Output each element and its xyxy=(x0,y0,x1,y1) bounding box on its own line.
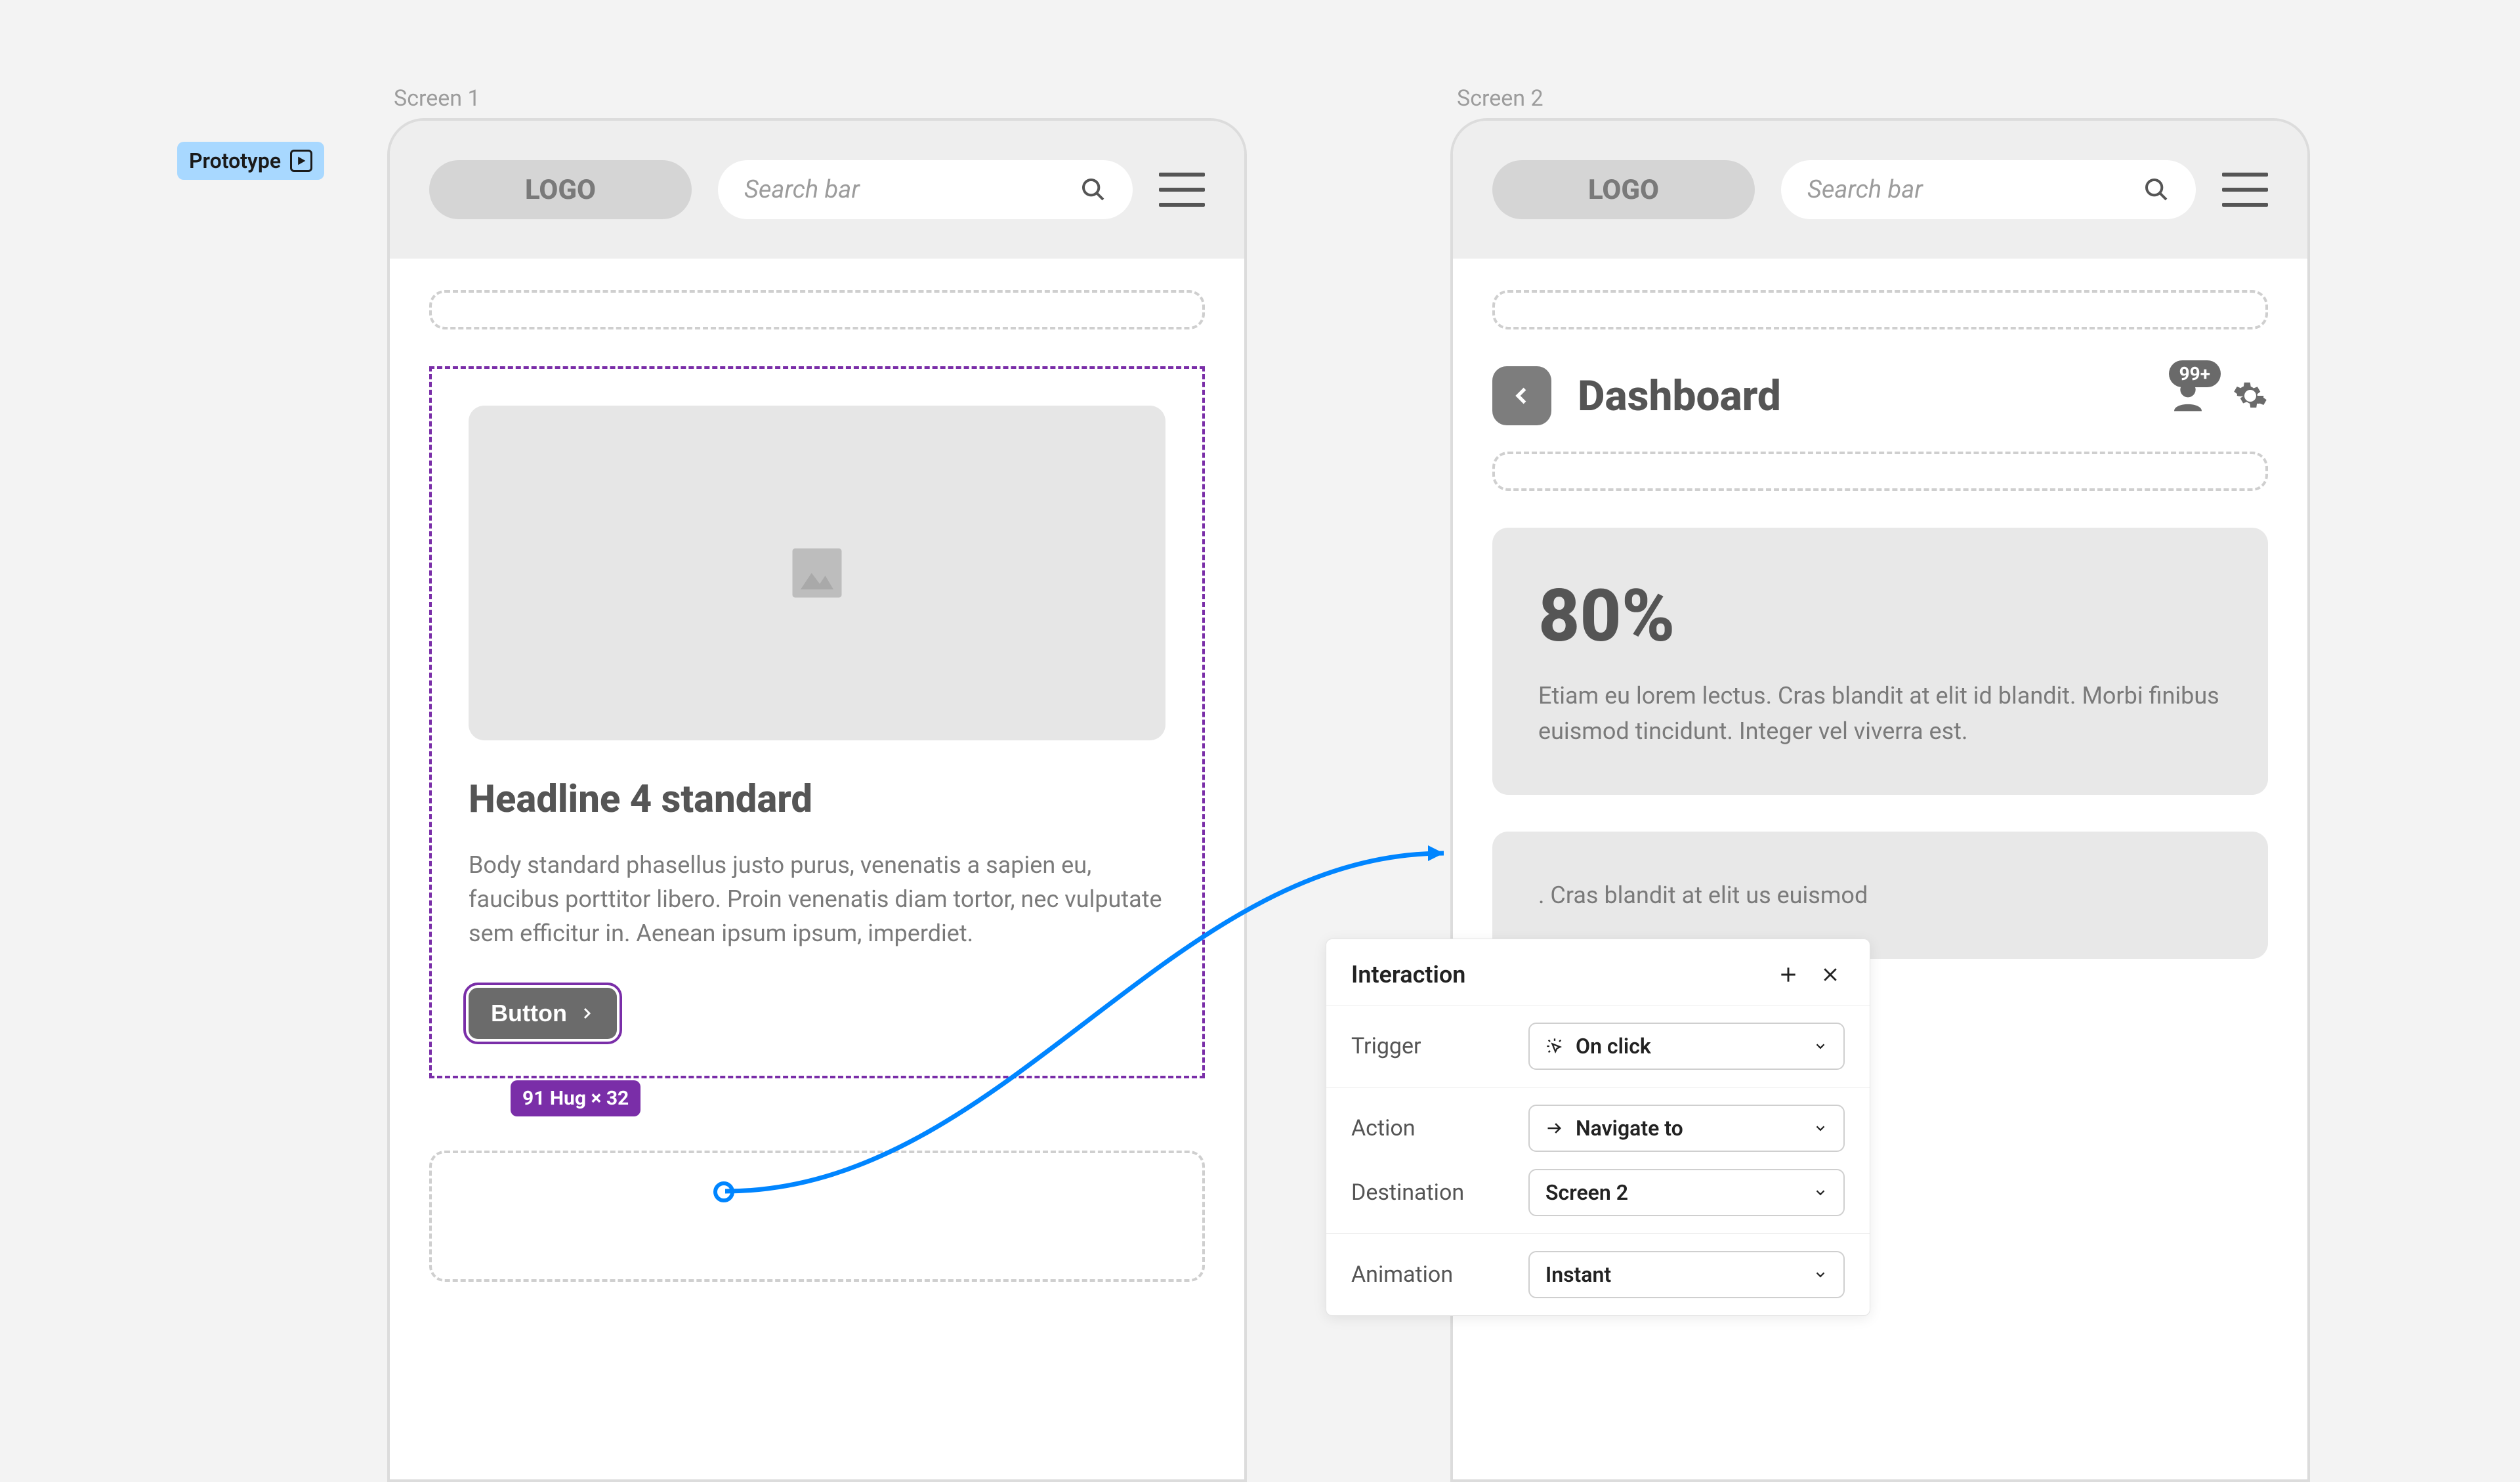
prototype-outgoing-node[interactable] xyxy=(713,1181,734,1202)
back-button[interactable] xyxy=(1492,366,1551,425)
card-button-label: Button xyxy=(491,1000,567,1027)
search-placeholder: Search bar xyxy=(1807,175,1923,204)
close-panel-button[interactable] xyxy=(1816,960,1845,989)
card-body: Body standard phasellus justo purus, ven… xyxy=(469,848,1166,951)
plus-icon xyxy=(1778,964,1799,985)
chevron-left-icon xyxy=(1510,384,1534,408)
chevron-down-icon xyxy=(1813,1185,1828,1200)
animation-row: Animation Instant xyxy=(1326,1233,1870,1315)
search-icon xyxy=(2143,177,2170,203)
trigger-label: Trigger xyxy=(1351,1033,1509,1059)
chevron-down-icon xyxy=(1813,1267,1828,1282)
screen-1-frame[interactable]: LOGO Search bar Headline 4 standard Body… xyxy=(387,118,1247,1482)
dashboard-title: Dashboard xyxy=(1578,371,2143,421)
hamburger-icon[interactable] xyxy=(1159,173,1205,207)
hamburger-icon[interactable] xyxy=(2222,173,2268,207)
search-input[interactable]: Search bar xyxy=(1781,160,2196,219)
close-icon xyxy=(1820,965,1840,984)
trigger-select[interactable]: On click xyxy=(1528,1023,1845,1070)
action-value: Navigate to xyxy=(1576,1116,1683,1141)
prototype-tag[interactable]: Prototype xyxy=(177,142,324,180)
action-row: Action Navigate to xyxy=(1326,1087,1870,1169)
interaction-panel-header: Interaction xyxy=(1326,939,1870,1005)
screen-2-header: LOGO Search bar xyxy=(1453,121,2307,259)
placeholder-section-2 xyxy=(429,1151,1205,1282)
placeholder-section xyxy=(1492,452,2268,491)
frame-label-2: Screen 2 xyxy=(1457,85,1544,112)
image-placeholder xyxy=(469,406,1166,740)
action-select[interactable]: Navigate to xyxy=(1528,1105,1845,1152)
interaction-panel[interactable]: Interaction Trigger On click Action Navi… xyxy=(1326,939,1870,1316)
screen-1-header: LOGO Search bar xyxy=(390,121,1244,259)
arrow-right-icon xyxy=(1545,1119,1564,1137)
animation-label: Animation xyxy=(1351,1261,1509,1288)
card-button[interactable]: Button xyxy=(469,988,617,1039)
trigger-row: Trigger On click xyxy=(1326,1005,1870,1087)
click-icon xyxy=(1545,1037,1564,1055)
notification-badge: 99+ xyxy=(2169,360,2221,387)
stat-value: 80% xyxy=(1538,574,2222,658)
frame-label-1: Screen 1 xyxy=(394,85,480,112)
size-badge: 91 Hug × 32 xyxy=(511,1080,640,1116)
logo: LOGO xyxy=(1492,160,1755,219)
notifications-button[interactable]: 99+ xyxy=(2170,377,2206,414)
placeholder-section xyxy=(429,290,1205,329)
add-interaction-button[interactable] xyxy=(1774,960,1803,989)
dashboard-header-row: Dashboard 99+ xyxy=(1492,366,2268,425)
animation-select[interactable]: Instant xyxy=(1528,1251,1845,1298)
card-headline: Headline 4 standard xyxy=(469,777,1166,822)
action-label: Action xyxy=(1351,1115,1509,1141)
placeholder-section xyxy=(1492,290,2268,329)
interaction-panel-title: Interaction xyxy=(1351,961,1761,988)
chevron-down-icon xyxy=(1813,1121,1828,1135)
trigger-value: On click xyxy=(1576,1034,1651,1059)
destination-row: Destination Screen 2 xyxy=(1326,1169,1870,1233)
destination-select[interactable]: Screen 2 xyxy=(1528,1169,1845,1216)
chevron-down-icon xyxy=(1813,1039,1828,1053)
image-icon xyxy=(784,540,850,606)
prototype-tag-label: Prototype xyxy=(189,148,281,173)
search-input[interactable]: Search bar xyxy=(718,160,1133,219)
logo: LOGO xyxy=(429,160,692,219)
animation-value: Instant xyxy=(1545,1262,1611,1287)
destination-label: Destination xyxy=(1351,1179,1509,1206)
play-icon xyxy=(290,150,312,172)
search-placeholder: Search bar xyxy=(744,175,860,204)
search-icon xyxy=(1080,177,1106,203)
selected-card[interactable]: Headline 4 standard Body standard phasel… xyxy=(429,366,1205,1078)
gear-icon[interactable] xyxy=(2233,378,2268,413)
stat-card: 80% Etiam eu lorem lectus. Cras blandit … xyxy=(1492,528,2268,795)
chevron-right-icon xyxy=(579,1006,595,1021)
stat-body-2: . Cras blandit at elit us euismod xyxy=(1538,878,2222,913)
stat-body: Etiam eu lorem lectus. Cras blandit at e… xyxy=(1538,678,2222,749)
destination-value: Screen 2 xyxy=(1545,1180,1628,1205)
